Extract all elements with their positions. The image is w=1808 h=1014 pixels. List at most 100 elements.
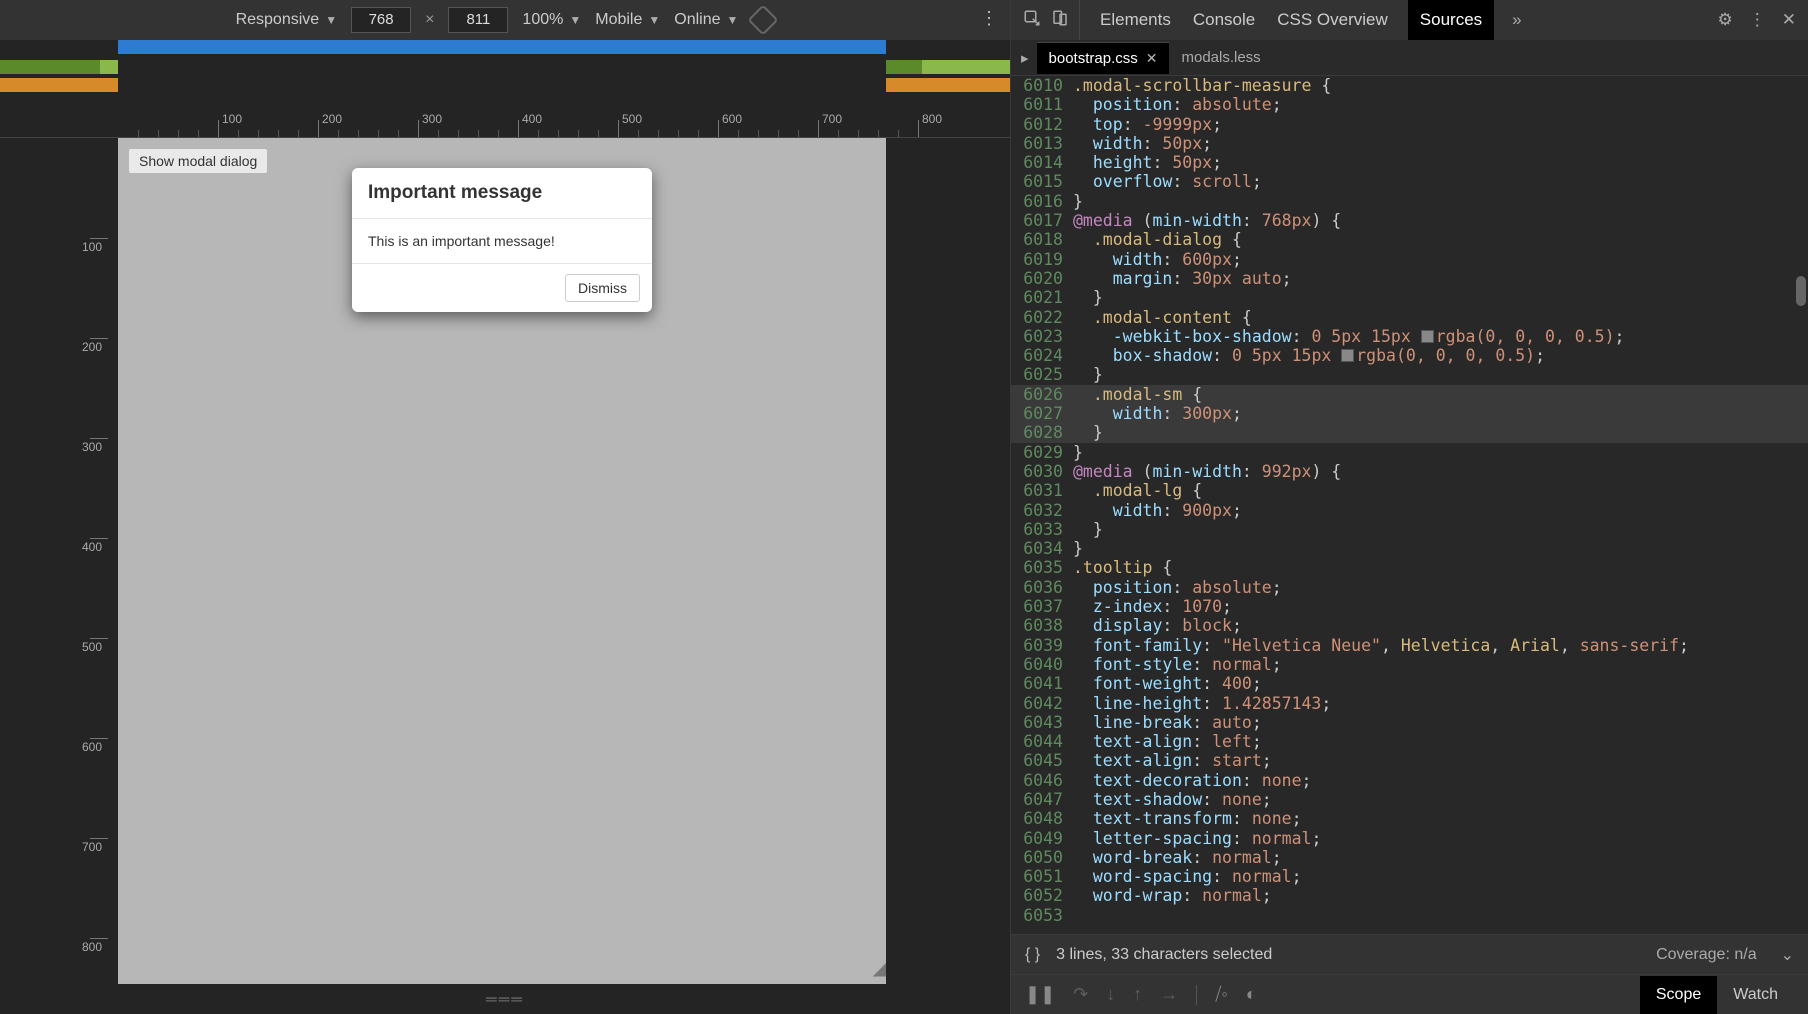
file-tab-modals-less[interactable]: modals.less [1169, 42, 1272, 74]
code-line[interactable]: 6050 word-break: normal; [1011, 848, 1808, 867]
code-line[interactable]: 6018 .modal-dialog { [1011, 230, 1808, 249]
code-line[interactable]: 6027 width: 300px; [1011, 404, 1808, 423]
scrollbar-thumb[interactable] [1796, 276, 1806, 306]
deactivate-breakpoints-icon[interactable]: ⧸◦ [1215, 984, 1228, 1005]
code-line[interactable]: 6038 display: block; [1011, 616, 1808, 635]
tab-css-overview[interactable]: CSS Overview [1275, 0, 1390, 40]
media-query-bar[interactable] [100, 60, 118, 74]
file-tab-bootstrap-css[interactable]: bootstrap.css✕ [1037, 42, 1170, 74]
code-line[interactable]: 6026 .modal-sm { [1011, 385, 1808, 404]
code-line[interactable]: 6039 font-family: "Helvetica Neue", Helv… [1011, 636, 1808, 655]
line-number: 6012 [1011, 115, 1073, 134]
code-line[interactable]: 6046 text-decoration: none; [1011, 771, 1808, 790]
dock-handle[interactable]: ═══ [486, 991, 524, 1008]
code-line[interactable]: 6047 text-shadow: none; [1011, 790, 1808, 809]
debugger-tab-watch[interactable]: Watch [1717, 976, 1794, 1014]
inspect-element-icon[interactable] [1023, 9, 1041, 32]
media-query-bar[interactable] [886, 78, 1010, 92]
code-line[interactable]: 6032 width: 900px; [1011, 501, 1808, 520]
code-line[interactable]: 6035.tooltip { [1011, 558, 1808, 577]
code-line[interactable]: 6033 } [1011, 520, 1808, 539]
code-line[interactable]: 6043 line-break: auto; [1011, 713, 1808, 732]
modal-backdrop[interactable]: Important message This is an important m… [118, 138, 886, 984]
step-into-icon[interactable]: ↓ [1106, 984, 1115, 1005]
code-line[interactable]: 6052 word-wrap: normal; [1011, 886, 1808, 905]
color-swatch[interactable] [1341, 349, 1354, 362]
viewport-container: Show modal dialog Important message This… [0, 138, 1010, 1014]
media-query-bar[interactable] [886, 60, 922, 74]
tab-elements[interactable]: Elements [1098, 0, 1173, 40]
code-line[interactable]: 6051 word-spacing: normal; [1011, 867, 1808, 886]
debugger-tab-scope[interactable]: Scope [1640, 976, 1717, 1014]
code-line[interactable]: 6019 width: 600px; [1011, 250, 1808, 269]
step-out-icon[interactable]: ↑ [1133, 984, 1142, 1005]
code-line[interactable]: 6030@media (min-width: 992px) { [1011, 462, 1808, 481]
tab-console[interactable]: Console [1191, 0, 1257, 40]
color-swatch[interactable] [1421, 330, 1434, 343]
code-line[interactable]: 6045 text-align: start; [1011, 751, 1808, 770]
kebab-menu-icon[interactable]: ⋮ [980, 8, 998, 29]
throttle-selector[interactable]: Mobile ▼ [595, 11, 660, 29]
code-line[interactable]: 6042 line-height: 1.42857143; [1011, 694, 1808, 713]
height-input[interactable]: 811 [448, 7, 508, 33]
code-line[interactable]: 6015 overflow: scroll; [1011, 172, 1808, 191]
pause-icon[interactable]: ❚❚ [1025, 984, 1055, 1005]
editor-status-bar: { } 3 lines, 33 characters selected Cove… [1011, 934, 1808, 974]
pretty-print-icon[interactable]: { } [1025, 946, 1040, 964]
line-number: 6035 [1011, 558, 1073, 577]
code-line[interactable]: 6034} [1011, 539, 1808, 558]
code-line[interactable]: 6036 position: absolute; [1011, 578, 1808, 597]
media-query-bar[interactable] [0, 78, 118, 92]
line-number: 6019 [1011, 250, 1073, 269]
network-selector[interactable]: Online ▼ [674, 11, 738, 29]
step-over-icon[interactable]: ↷ [1073, 984, 1088, 1005]
more-tabs-icon[interactable]: » [1512, 10, 1521, 30]
line-number: 6037 [1011, 597, 1073, 616]
code-line[interactable]: 6044 text-align: left; [1011, 732, 1808, 751]
code-line[interactable]: 6031 .modal-lg { [1011, 481, 1808, 500]
code-line[interactable]: 6014 height: 50px; [1011, 153, 1808, 172]
media-query-bar[interactable] [922, 60, 1010, 74]
pause-exceptions-icon[interactable]: ◐ [1246, 984, 1257, 1005]
device-toggle-icon[interactable] [1051, 9, 1069, 32]
code-line[interactable]: 6021 } [1011, 288, 1808, 307]
code-editor[interactable]: 6010.modal-scrollbar-measure {6011 posit… [1011, 76, 1808, 934]
dismiss-button[interactable]: Dismiss [565, 274, 640, 302]
media-query-bar[interactable] [0, 60, 100, 74]
code-line[interactable]: 6010.modal-scrollbar-measure { [1011, 76, 1808, 95]
code-line[interactable]: 6013 width: 50px; [1011, 134, 1808, 153]
emulated-viewport[interactable]: Show modal dialog Important message This… [118, 138, 886, 984]
code-line[interactable]: 6020 margin: 30px auto; [1011, 269, 1808, 288]
rotate-icon[interactable] [748, 4, 779, 35]
code-line[interactable]: 6022 .modal-content { [1011, 308, 1808, 327]
tab-sources[interactable]: Sources [1408, 0, 1494, 40]
code-line[interactable]: 6017@media (min-width: 768px) { [1011, 211, 1808, 230]
code-line[interactable]: 6012 top: -9999px; [1011, 115, 1808, 134]
code-line[interactable]: 6024 box-shadow: 0 5px 15px rgba(0, 0, 0… [1011, 346, 1808, 365]
navigator-toggle-icon[interactable]: ▸ [1021, 49, 1029, 67]
corner-resize-handle[interactable]: ◢ [873, 955, 886, 980]
code-line[interactable]: 6028 } [1011, 423, 1808, 442]
code-line[interactable]: 6029} [1011, 443, 1808, 462]
code-line[interactable]: 6023 -webkit-box-shadow: 0 5px 15px rgba… [1011, 327, 1808, 346]
gear-icon[interactable]: ⚙ [1718, 10, 1733, 30]
close-icon[interactable]: ✕ [1146, 50, 1158, 67]
code-line[interactable]: 6053 [1011, 906, 1808, 925]
code-line[interactable]: 6011 position: absolute; [1011, 95, 1808, 114]
step-icon[interactable]: → [1160, 984, 1178, 1005]
dropdown-icon[interactable]: ⌄ [1781, 945, 1794, 965]
code-line[interactable]: 6037 z-index: 1070; [1011, 597, 1808, 616]
zoom-selector[interactable]: 100% ▼ [522, 11, 581, 29]
close-icon[interactable]: ✕ [1782, 10, 1796, 30]
code-line[interactable]: 6048 text-transform: none; [1011, 809, 1808, 828]
code-line[interactable]: 6041 font-weight: 400; [1011, 674, 1808, 693]
width-input[interactable]: 768 [351, 7, 411, 33]
kebab-menu-icon[interactable]: ⋮ [1749, 10, 1766, 30]
device-selector[interactable]: Responsive ▼ [236, 11, 338, 29]
code-line[interactable]: 6025 } [1011, 365, 1808, 384]
media-query-bar[interactable] [118, 40, 886, 54]
code-line[interactable]: 6049 letter-spacing: normal; [1011, 829, 1808, 848]
code-line[interactable]: 6016} [1011, 192, 1808, 211]
media-query-bars[interactable] [0, 40, 1010, 110]
code-line[interactable]: 6040 font-style: normal; [1011, 655, 1808, 674]
